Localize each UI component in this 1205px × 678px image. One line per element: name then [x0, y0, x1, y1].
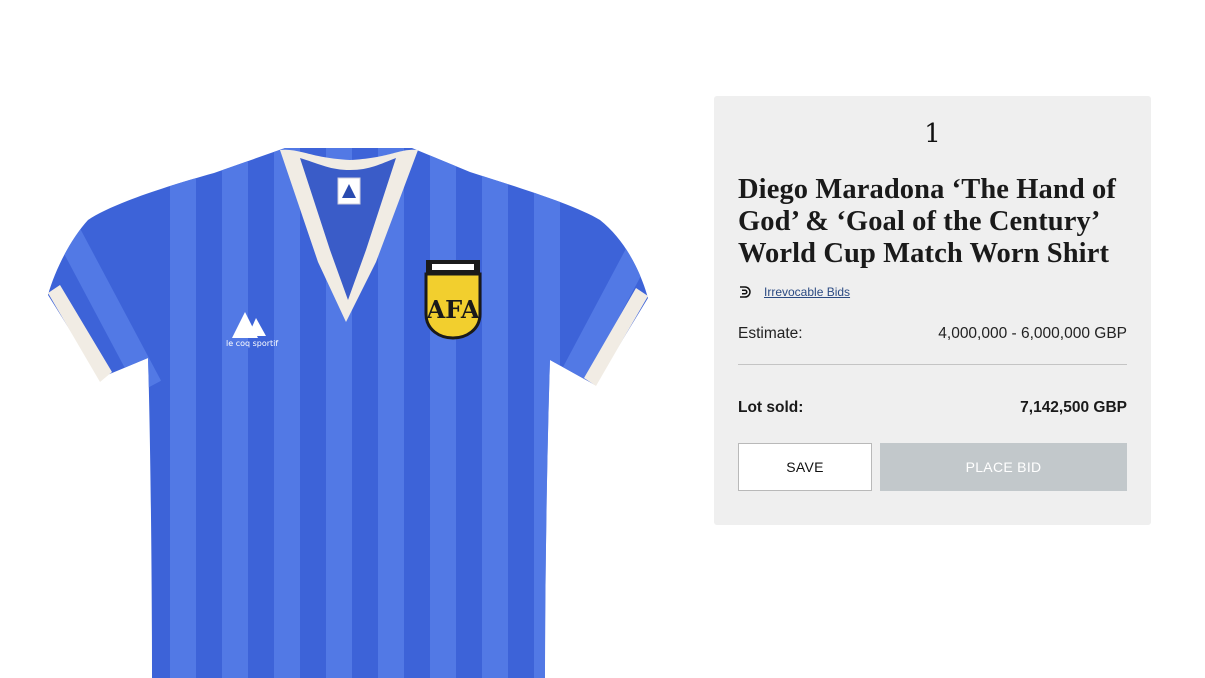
lot-image[interactable]: le coq sportif AFA [0, 0, 700, 678]
estimate-row: Estimate: 4,000,000 - 6,000,000 GBP [738, 324, 1127, 344]
brand-logo-text: le coq sportif [226, 339, 278, 348]
place-bid-button[interactable]: PLACE BID [880, 443, 1127, 491]
save-button[interactable]: SAVE [738, 443, 872, 491]
lot-number: 1 [924, 119, 941, 149]
afa-badge-text: AFA [426, 295, 480, 324]
estimate-label: Estimate: [738, 325, 803, 342]
lot-title: Diego Maradona ‘The Hand of God’ & ‘Goal… [738, 174, 1116, 269]
irrevocable-bids-link[interactable]: Irrevocable Bids [764, 285, 850, 299]
lot-details-panel: 1 Diego Maradona ‘The Hand of God’ & ‘Go… [714, 96, 1151, 525]
lot-sold-label: Lot sold: [738, 399, 804, 416]
action-buttons: SAVE PLACE BID [738, 443, 1127, 491]
irrevocable-bids-row: Irrevocable Bids [738, 284, 1127, 300]
shirt-image: le coq sportif AFA [48, 148, 648, 678]
divider [738, 364, 1127, 365]
estimate-value: 4,000,000 - 6,000,000 GBP [938, 325, 1127, 342]
lot-page: le coq sportif AFA 1 Diego Maradona ‘The… [0, 0, 1205, 678]
irrevocable-bids-icon [738, 285, 752, 299]
lot-sold-row: Lot sold: 7,142,500 GBP [738, 398, 1127, 418]
lot-sold-value: 7,142,500 GBP [1020, 399, 1127, 416]
